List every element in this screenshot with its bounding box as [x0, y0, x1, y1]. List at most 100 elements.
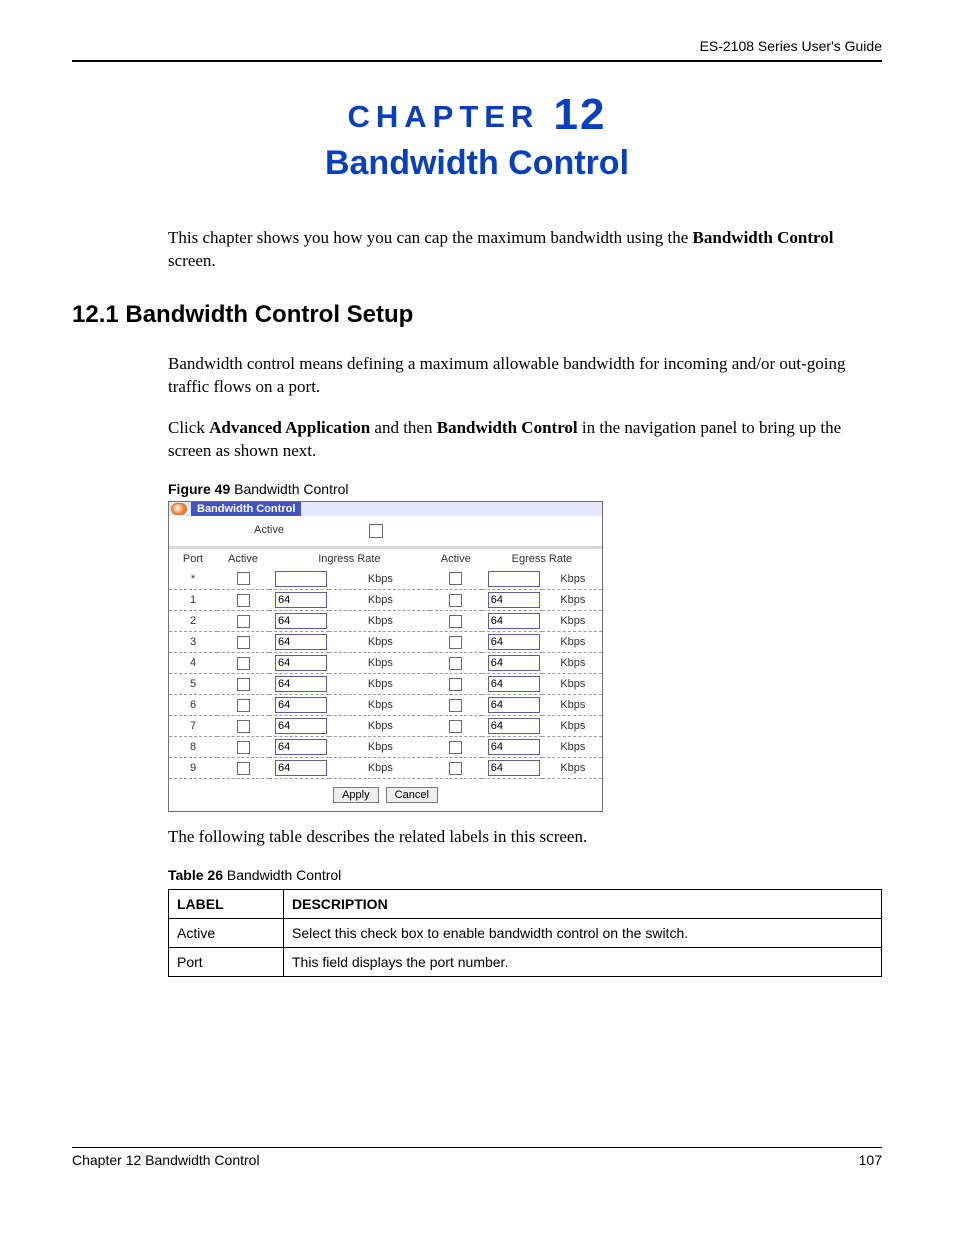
ingress-unit: Kbps	[329, 737, 430, 758]
port-cell: 7	[169, 716, 217, 737]
egress-active-checkbox[interactable]	[449, 699, 462, 712]
table-caption-num: Table 26	[168, 867, 223, 883]
ingress-unit: Kbps	[329, 632, 430, 653]
intro-bold: Bandwidth Control	[693, 228, 834, 247]
egress-active-checkbox[interactable]	[449, 594, 462, 607]
egress-active-checkbox[interactable]	[449, 720, 462, 733]
ingress-active-checkbox[interactable]	[237, 636, 250, 649]
th-port: Port	[169, 549, 217, 569]
port-row: 4 Kbps Kbps	[169, 653, 602, 674]
port-row: 9KbpsKbps	[169, 758, 602, 779]
egress-rate-input[interactable]	[488, 739, 540, 755]
port-row: 7KbpsKbps	[169, 716, 602, 737]
ingress-active-checkbox[interactable]	[237, 657, 250, 670]
egress-unit: Kbps	[542, 695, 602, 716]
port-cell: 1	[169, 590, 217, 611]
egress-rate-input[interactable]	[488, 655, 540, 671]
ingress-unit: Kbps	[329, 653, 430, 674]
figure-caption: Figure 49 Bandwidth Control	[72, 481, 882, 497]
ingress-unit: Kbps	[329, 590, 430, 611]
desc-row: PortThis field displays the port number.	[169, 948, 882, 977]
p2-b2: Bandwidth Control	[437, 418, 578, 437]
egress-rate-input[interactable]	[488, 592, 540, 608]
apply-button[interactable]: Apply	[333, 787, 379, 803]
egress-active-checkbox[interactable]	[449, 678, 462, 691]
table-caption-text: Bandwidth Control	[223, 867, 341, 883]
intro-paragraph: This chapter shows you how you can cap t…	[72, 227, 882, 273]
egress-active-checkbox[interactable]	[449, 636, 462, 649]
egress-active-checkbox[interactable]	[449, 762, 462, 775]
ingress-rate-input[interactable]	[275, 571, 327, 587]
page-footer: Chapter 12 Bandwidth Control 107	[72, 1147, 882, 1168]
port-cell: 2	[169, 611, 217, 632]
chapter-label: CHAPTER 12	[72, 90, 882, 140]
th-active-ingress: Active	[217, 549, 269, 569]
description-table: LABEL DESCRIPTION ActiveSelect this chec…	[168, 889, 882, 977]
ingress-rate-input[interactable]	[275, 676, 327, 692]
port-row: *KbpsKbps	[169, 569, 602, 590]
ingress-unit: Kbps	[329, 716, 430, 737]
egress-rate-input[interactable]	[488, 760, 540, 776]
egress-active-checkbox[interactable]	[449, 741, 462, 754]
global-active-label: Active	[169, 524, 369, 538]
ingress-rate-input[interactable]	[275, 655, 327, 671]
egress-active-checkbox[interactable]	[449, 615, 462, 628]
global-active-row: Active	[169, 516, 602, 549]
button-row: Apply Cancel	[169, 779, 602, 811]
egress-unit: Kbps	[542, 632, 602, 653]
document-header: ES-2108 Series User's Guide	[72, 38, 882, 60]
ingress-active-checkbox[interactable]	[237, 699, 250, 712]
egress-rate-input[interactable]	[488, 571, 540, 587]
ingress-active-checkbox[interactable]	[237, 615, 250, 628]
port-row: 1KbpsKbps	[169, 590, 602, 611]
egress-rate-input[interactable]	[488, 697, 540, 713]
ingress-rate-input[interactable]	[275, 697, 327, 713]
ingress-active-checkbox[interactable]	[237, 572, 250, 585]
port-row: 8KbpsKbps	[169, 737, 602, 758]
intro-pre: This chapter shows you how you can cap t…	[168, 228, 693, 247]
p2-pre: Click	[168, 418, 209, 437]
ingress-active-checkbox[interactable]	[237, 678, 250, 691]
ingress-active-checkbox[interactable]	[237, 594, 250, 607]
egress-rate-input[interactable]	[488, 676, 540, 692]
ports-table: Port Active Ingress Rate Active Egress R…	[169, 549, 602, 780]
cancel-button[interactable]: Cancel	[386, 787, 438, 803]
egress-unit: Kbps	[542, 758, 602, 779]
ingress-active-checkbox[interactable]	[237, 720, 250, 733]
egress-unit: Kbps	[542, 674, 602, 695]
egress-rate-input[interactable]	[488, 718, 540, 734]
ingress-active-checkbox[interactable]	[237, 762, 250, 775]
ingress-rate-input[interactable]	[275, 760, 327, 776]
global-active-checkbox[interactable]	[369, 524, 383, 538]
ingress-rate-input[interactable]	[275, 739, 327, 755]
port-cell: *	[169, 569, 217, 590]
ingress-rate-input[interactable]	[275, 634, 327, 650]
egress-active-checkbox[interactable]	[449, 657, 462, 670]
p2-b1: Advanced Application	[209, 418, 370, 437]
footer-page-number: 107	[859, 1152, 882, 1168]
egress-unit: Kbps	[542, 611, 602, 632]
egress-rate-input[interactable]	[488, 634, 540, 650]
egress-rate-input[interactable]	[488, 613, 540, 629]
port-cell: 6	[169, 695, 217, 716]
ingress-rate-input[interactable]	[275, 592, 327, 608]
ingress-active-checkbox[interactable]	[237, 741, 250, 754]
chapter-label-word: CHAPTER	[347, 99, 539, 134]
egress-unit: Kbps	[542, 569, 602, 590]
egress-active-checkbox[interactable]	[449, 572, 462, 585]
ingress-unit: Kbps	[329, 758, 430, 779]
ingress-rate-input[interactable]	[275, 613, 327, 629]
port-cell: 8	[169, 737, 217, 758]
port-cell: 4	[169, 653, 217, 674]
port-cell: 5	[169, 674, 217, 695]
th-description: DESCRIPTION	[284, 890, 882, 919]
paragraph-1: Bandwidth control means defining a maxim…	[72, 353, 882, 399]
after-figure-text: The following table describes the relate…	[72, 826, 882, 849]
ingress-rate-input[interactable]	[275, 718, 327, 734]
paragraph-2: Click Advanced Application and then Band…	[72, 417, 882, 463]
egress-unit: Kbps	[542, 653, 602, 674]
figure-caption-text: Bandwidth Control	[230, 481, 348, 497]
screenshot-titlebar: Bandwidth Control	[169, 502, 602, 516]
ingress-unit: Kbps	[329, 611, 430, 632]
th-label: LABEL	[169, 890, 284, 919]
